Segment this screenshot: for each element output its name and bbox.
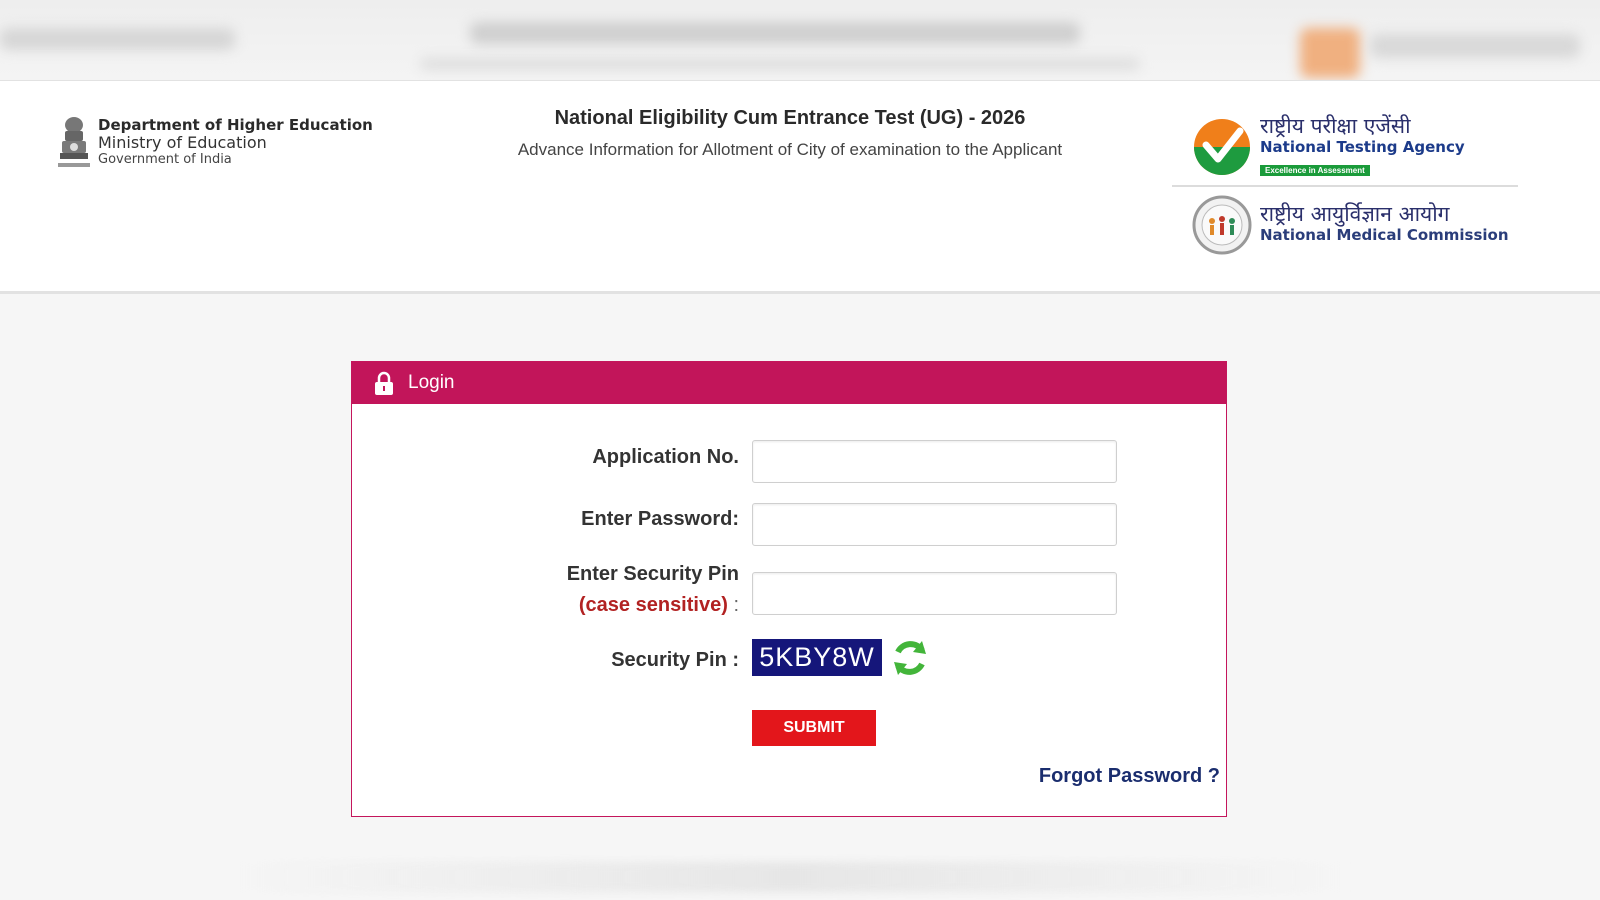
nta-branding: राष्ट्रीय परीक्षा एजेंसी National Testin… [1192, 113, 1538, 181]
agency-divider [1172, 185, 1518, 187]
national-emblem-icon [58, 117, 90, 167]
blurred-footer [230, 862, 1350, 892]
department-name: Department of Higher Education [98, 116, 373, 134]
refresh-icon[interactable] [890, 638, 930, 678]
blurred-top-banner [0, 0, 1600, 81]
submit-button[interactable]: SUBMIT [752, 710, 876, 746]
security-pin-input[interactable] [752, 572, 1117, 615]
login-card: Login Application No. Enter Password: En… [351, 361, 1227, 817]
case-sensitive-note: (case sensitive) : [579, 594, 739, 617]
title-block: National Eligibility Cum Entrance Test (… [440, 107, 1140, 160]
login-title: Login [408, 372, 455, 393]
password-label: Enter Password: [581, 508, 739, 530]
government-name: Government of India [98, 152, 232, 167]
ministry-branding: Department of Higher Education Ministry … [56, 115, 373, 173]
case-sensitive-text: (case sensitive) [578, 594, 728, 616]
lock-icon [375, 371, 393, 395]
nmc-logo-icon [1192, 195, 1252, 255]
password-input[interactable] [752, 503, 1117, 546]
nta-tagline: Excellence in Assessment [1260, 164, 1370, 176]
forgot-password-link[interactable]: Forgot Password ? [1039, 765, 1220, 788]
nmc-branding: राष्ट्रीय आयुर्विज्ञान आयोग National Med… [1192, 191, 1538, 259]
page-subtitle: Advance Information for Allotment of Cit… [517, 140, 1063, 159]
application-no-input[interactable] [752, 440, 1117, 483]
nmc-english-name: National Medical Commission [1260, 226, 1509, 244]
ministry-name: Ministry of Education [98, 133, 267, 152]
security-pin-label: Enter Security Pin [566, 563, 739, 585]
nta-english-name: National Testing Agency [1260, 137, 1465, 156]
captcha-label: Security Pin : [611, 649, 739, 671]
page-header: Department of Higher Education Ministry … [0, 81, 1600, 294]
page-title: National Eligibility Cum Entrance Test (… [554, 107, 1026, 129]
case-sensitive-colon: : [733, 594, 739, 616]
captcha-image: 5KBY8W [752, 639, 882, 676]
nta-logo-icon [1194, 119, 1250, 175]
application-no-label: Application No. [592, 446, 739, 468]
login-header: Login [352, 362, 1226, 404]
agency-logos: राष्ट्रीय परीक्षा एजेंसी National Testin… [1172, 113, 1538, 259]
nta-hindi-name: राष्ट्रीय परीक्षा एजेंसी [1260, 113, 1411, 138]
nmc-hindi-name: राष्ट्रीय आयुर्विज्ञान आयोग [1260, 202, 1450, 226]
